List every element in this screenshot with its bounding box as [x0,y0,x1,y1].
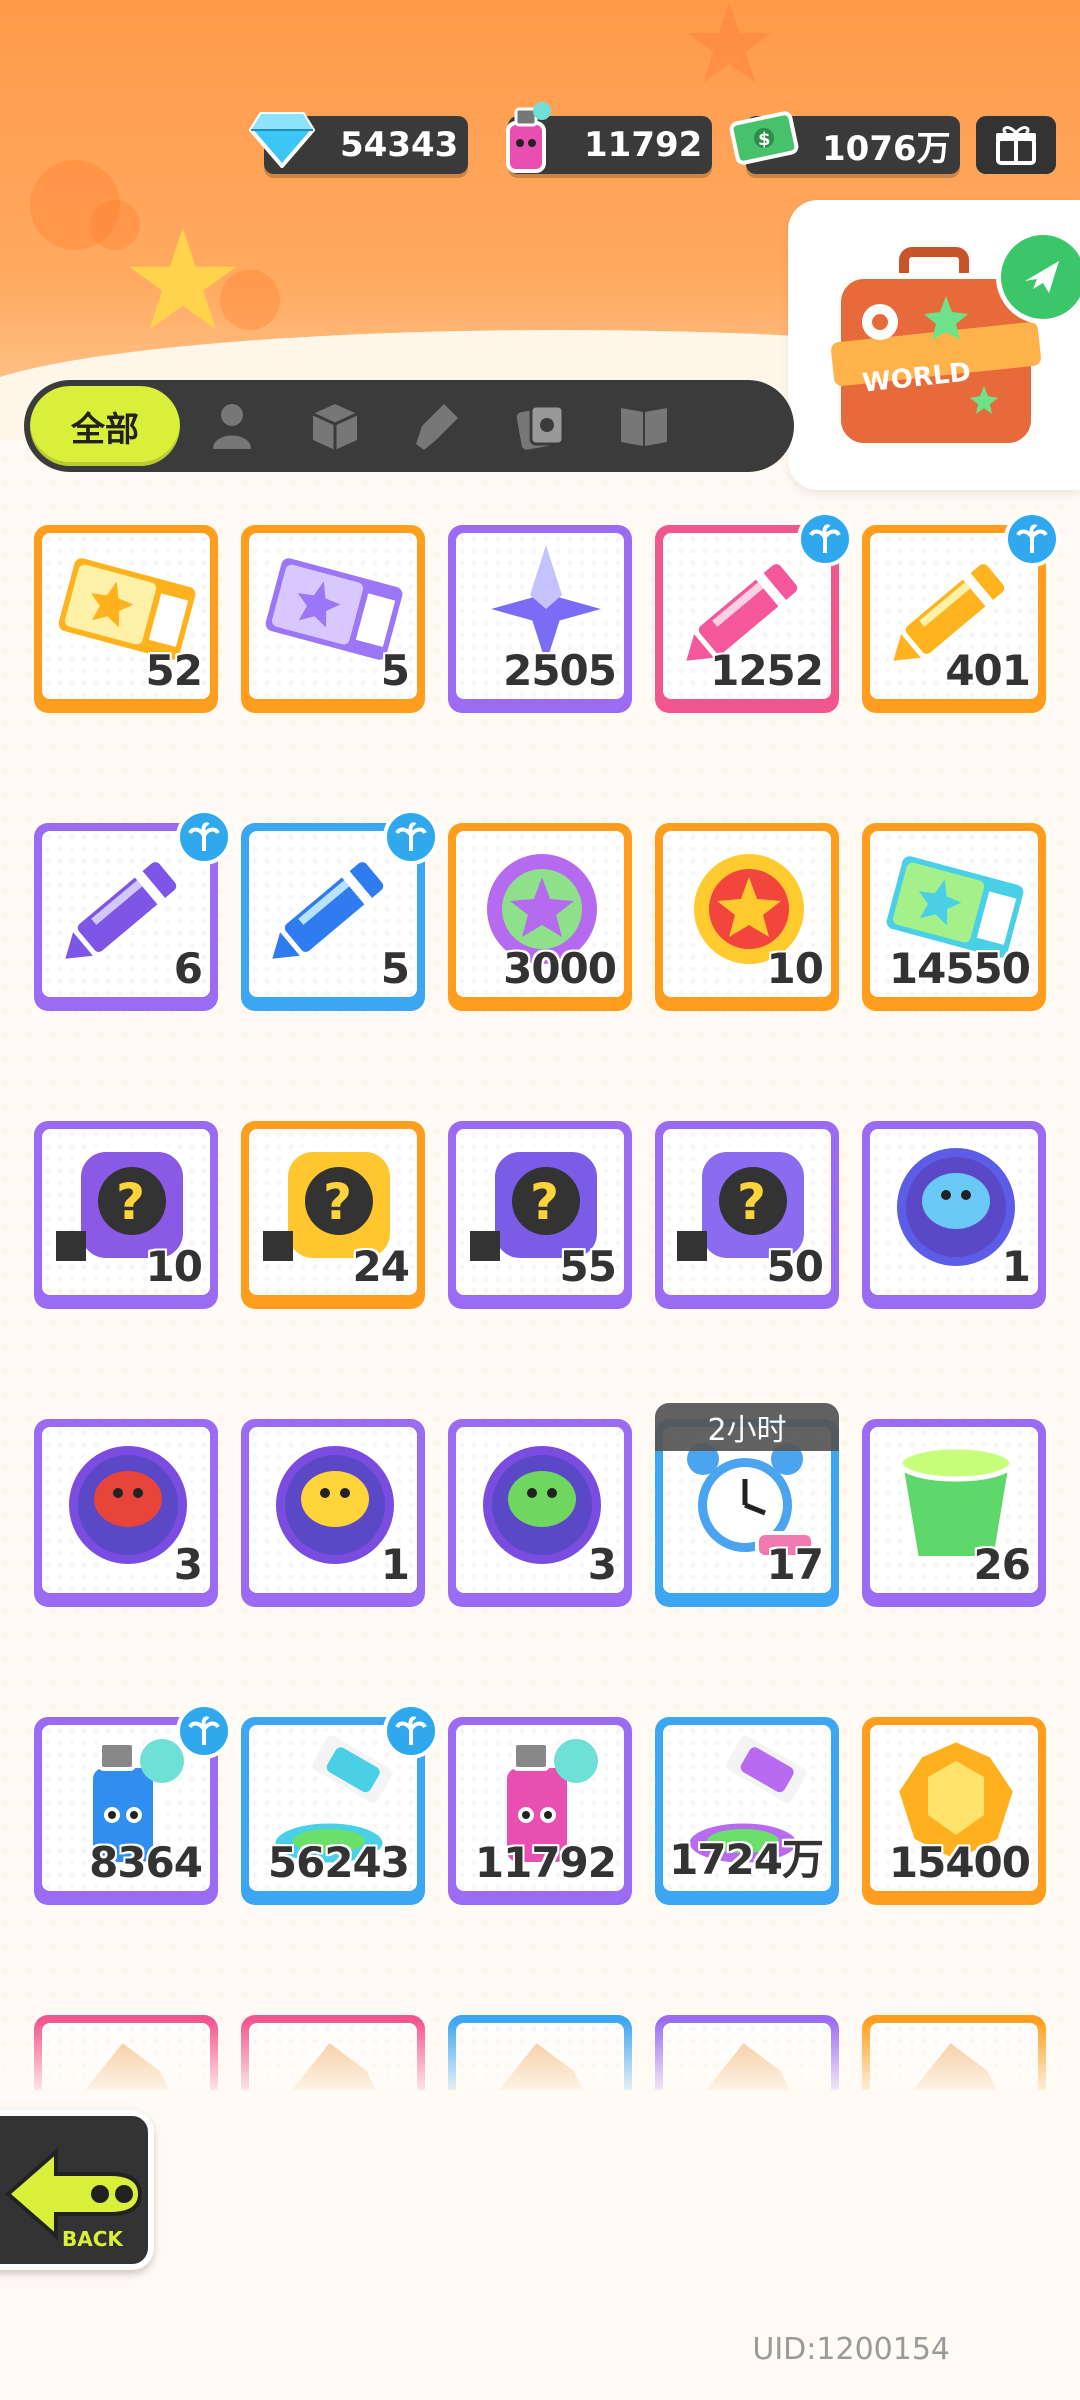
star-decoration-icon: ★ [680,0,779,108]
inventory-item-card[interactable]: ? 55 [448,1121,632,1309]
inventory-item-card[interactable]: 3 [448,1419,632,1607]
inventory-item-card[interactable]: 52 [34,525,218,713]
inventory-item-card[interactable]: ? 10 [34,1121,218,1309]
inventory-item-card[interactable]: 2505 [448,525,632,713]
tab-characters[interactable] [180,386,283,466]
item-count: 1 [380,1539,411,1590]
item-count: 2505 [502,645,618,696]
gift-box-icon [996,126,1036,165]
inventory-item-card[interactable]: ? 24 [241,1121,425,1309]
diamond-value: 54343 [340,125,459,165]
uid-label: UID:1200154 [752,2332,950,2367]
item-count: 1724万 [668,1834,825,1885]
back-label: BACK [62,2227,124,2251]
item-count: 8364 [88,1837,204,1888]
brush-icon [415,404,458,450]
back-arrow-icon: BACK [4,2147,143,2251]
item-count: 3 [587,1539,618,1590]
item-count: 1252 [709,645,825,696]
palm-tree-badge-icon [176,809,232,865]
item-count: 1 [1001,1241,1032,1292]
cash-value: 1076万 [822,128,951,169]
cash-icon: $ [726,100,802,176]
world-travel-button[interactable]: WORLD [788,200,1080,490]
item-count: 52 [145,645,204,696]
item-count: 401 [944,645,1032,696]
svg-text:?: ? [323,1173,352,1231]
inventory-item-card[interactable]: 1252 [655,511,853,713]
item-count: 10 [145,1241,204,1292]
item-count: 10 [766,943,825,994]
item-count: 3000 [502,943,618,994]
category-tab-bar: 全部 [24,380,794,472]
item-timer-label: 2小时 [655,1403,839,1451]
spray-can-icon [488,100,564,176]
star-decoration-icon: ★ [120,200,246,363]
inventory-item-card[interactable]: 14550 [862,823,1046,1011]
diamond-counter[interactable]: 54343 [249,112,468,174]
inventory-item-card[interactable]: 1724万 [655,1717,839,1905]
inventory-item-card[interactable]: 17 2小时 [655,1403,839,1607]
inventory-item-card[interactable]: 3000 [448,823,632,1011]
inventory-item-card[interactable]: ? 50 [655,1121,839,1309]
box-icon [311,404,358,450]
inventory-item-card[interactable]: 6 [34,809,232,1011]
item-count: 55 [559,1241,618,1292]
inventory-item-card[interactable]: 5 [241,809,439,1011]
palm-tree-badge-icon [383,1703,439,1759]
inventory-item-card[interactable]: 3 [34,1419,218,1607]
book-icon [620,408,667,446]
svg-text:$: $ [758,129,771,150]
item-count: 3 [173,1539,204,1590]
palm-tree-badge-icon [176,1703,232,1759]
inventory-item-card[interactable]: 1 [862,1121,1046,1309]
inventory-item-card[interactable]: 10 [655,823,839,1011]
inventory-item-card[interactable]: 8364 [34,1703,232,1905]
svg-text:?: ? [530,1173,559,1231]
svg-text:?: ? [116,1173,145,1231]
item-count: 6 [173,943,204,994]
diamond-icon [244,100,320,176]
item-count: 5 [380,645,411,696]
palm-tree-badge-icon [383,809,439,865]
item-count: 11792 [474,1837,618,1888]
tab-cards[interactable] [489,386,592,466]
item-count: 15400 [888,1837,1032,1888]
spray-counter[interactable]: 11792 [506,102,712,174]
palm-tree-badge-icon [797,511,853,567]
spray-value: 11792 [584,125,703,165]
plane-badge-icon [996,230,1080,324]
item-count: 24 [352,1241,411,1292]
svg-text:?: ? [737,1173,766,1231]
item-count: 5 [380,943,411,994]
inventory-item-card[interactable]: 56243 [241,1703,439,1905]
inventory-item-card[interactable]: 1 [241,1419,425,1607]
palm-tree-badge-icon [1004,511,1060,567]
tab-all[interactable]: 全部 [30,386,180,466]
inventory-item-card[interactable]: 11792 [448,1717,632,1905]
tab-boxes[interactable] [283,386,386,466]
person-icon [212,404,251,449]
item-count: 56243 [267,1837,411,1888]
item-count: 26 [973,1539,1032,1590]
card-icon [516,404,564,450]
item-count: 14550 [888,943,1032,994]
back-button[interactable]: BACK [0,2110,154,2270]
tab-brushes[interactable] [386,386,489,466]
item-count: 50 [766,1241,825,1292]
gift-box-button[interactable] [976,116,1056,174]
cash-counter[interactable]: $ 1076万 [729,111,960,174]
item-count: 17 [766,1539,825,1590]
inventory-item-card[interactable]: 5 [241,525,425,713]
inventory-item-card[interactable]: 401 [862,511,1060,713]
inventory-item-card[interactable]: 26 [862,1419,1046,1607]
tab-books[interactable] [592,386,695,466]
inventory-item-card[interactable]: 15400 [862,1717,1046,1905]
